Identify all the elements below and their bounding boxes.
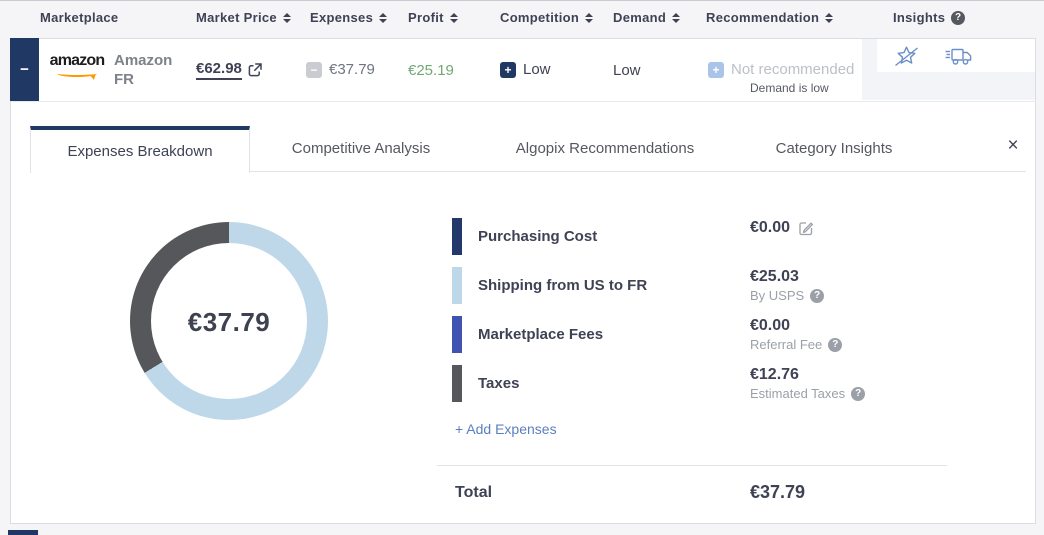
row-divider	[10, 101, 1036, 102]
column-label: Profit	[408, 10, 444, 25]
legend-color-bar	[452, 267, 462, 304]
tab-algopix-recommendations[interactable]: Algopix Recommendations	[516, 140, 694, 157]
total-value: €37.79	[750, 482, 806, 502]
competition-value: Low	[523, 61, 551, 78]
column-label: Recommendation	[706, 10, 820, 25]
amazon-logo: amazon	[46, 53, 108, 77]
column-label: Expenses	[310, 10, 374, 25]
legend-color-bar	[452, 218, 462, 255]
no-bestseller-icon[interactable]	[893, 44, 920, 69]
demand-cell: Low	[613, 62, 641, 79]
sort-icon[interactable]	[449, 12, 458, 23]
marketplace-name-line2: FR	[114, 70, 134, 88]
demand-value: Low	[613, 62, 641, 79]
column-header-expenses[interactable]: Expenses	[310, 10, 388, 25]
close-panel-icon[interactable]: ×	[1002, 135, 1024, 157]
expense-note: Estimated Taxes	[750, 386, 846, 401]
column-label: Marketplace	[40, 10, 119, 25]
legend-color-bar	[452, 365, 462, 402]
column-header-market-price[interactable]: Market Price	[196, 10, 291, 25]
expense-label: Marketplace Fees	[478, 326, 604, 343]
expand-competition-icon[interactable]: +	[500, 61, 516, 78]
column-header-recommendation[interactable]: Recommendation	[706, 10, 834, 25]
expand-recommendation-icon[interactable]: +	[708, 61, 724, 78]
column-label: Demand	[613, 10, 667, 25]
shipping-truck-icon[interactable]	[944, 44, 974, 68]
expense-value: €0.00	[750, 317, 791, 334]
help-icon[interactable]: ?	[828, 337, 843, 352]
sort-icon[interactable]	[379, 12, 388, 23]
marketplace-name: Amazon FR	[114, 52, 172, 90]
sort-icon[interactable]	[825, 12, 834, 23]
total-label: Total	[455, 484, 493, 501]
algopix-analysis-screen: Marketplace Market Price Expenses Profit…	[0, 0, 1044, 535]
column-label: Insights	[893, 10, 946, 25]
expense-value: €0.00	[750, 219, 791, 236]
profit-value: €25.19	[408, 62, 454, 79]
collapse-row-button[interactable]: −	[10, 38, 39, 101]
tabbar-underline	[250, 171, 1026, 172]
help-icon[interactable]: ?	[810, 288, 825, 303]
help-icon[interactable]: ?	[951, 10, 966, 25]
expense-note: By USPS	[750, 288, 805, 303]
marketplace-name-line1: Amazon	[114, 52, 173, 69]
column-header-competition[interactable]: Competition	[500, 10, 594, 25]
expense-item-purchasing-cost: Purchasing Cost €0.00	[452, 218, 952, 258]
tab-competitive-analysis[interactable]: Competitive Analysis	[292, 140, 430, 157]
recommendation-cell: + Not recommended	[708, 61, 854, 78]
expense-value: €12.76	[750, 366, 799, 383]
expenses-value: €37.79	[329, 61, 375, 78]
sort-icon[interactable]	[585, 12, 594, 23]
expense-label: Shipping from US to FR	[478, 277, 648, 294]
expenses-cell: − €37.79	[306, 61, 375, 78]
column-header-profit[interactable]: Profit	[408, 10, 458, 25]
recommendation-value: Not recommended	[731, 61, 855, 78]
column-header-marketplace: Marketplace	[40, 10, 118, 25]
total-divider	[437, 465, 947, 466]
profit-cell: €25.19	[408, 62, 454, 79]
tab-category-insights[interactable]: Category Insights	[776, 140, 893, 157]
market-price-cell: €62.98	[196, 60, 262, 80]
expense-item-shipping: Shipping from US to FR €25.03 By USPS ?	[452, 267, 952, 307]
tab-expenses-breakdown[interactable]: Expenses Breakdown	[30, 126, 250, 173]
expense-item-taxes: Taxes €12.76 Estimated Taxes ?	[452, 365, 952, 405]
expense-item-marketplace-fees: Marketplace Fees €0.00 Referral Fee ?	[452, 316, 952, 356]
amazon-logo-text: amazon	[49, 52, 106, 69]
external-link-icon[interactable]	[248, 63, 262, 77]
amazon-smile-icon	[57, 70, 97, 77]
help-icon[interactable]: ?	[851, 386, 866, 401]
legend-color-bar	[452, 316, 462, 353]
sort-icon[interactable]	[672, 12, 681, 23]
expense-label: Taxes	[478, 375, 520, 392]
recommendation-note: Demand is low	[750, 81, 829, 95]
edit-icon[interactable]	[798, 220, 814, 236]
expense-value: €25.03	[750, 268, 799, 285]
add-expenses-link[interactable]: + Add Expenses	[455, 421, 557, 437]
column-label: Market Price	[196, 10, 277, 25]
expense-label: Purchasing Cost	[478, 228, 598, 245]
collapse-expenses-icon[interactable]: −	[306, 61, 322, 78]
sort-icon[interactable]	[282, 12, 291, 23]
column-header-insights: Insights ?	[893, 10, 966, 25]
column-header-demand[interactable]: Demand	[613, 10, 681, 25]
competition-cell: + Low	[500, 61, 551, 78]
column-label: Competition	[500, 10, 580, 25]
donut-center-total: €37.79	[187, 307, 271, 337]
next-row-expander-stub[interactable]	[8, 530, 38, 535]
market-price-link[interactable]: €62.98	[196, 60, 242, 80]
expense-note: Referral Fee	[750, 337, 823, 352]
